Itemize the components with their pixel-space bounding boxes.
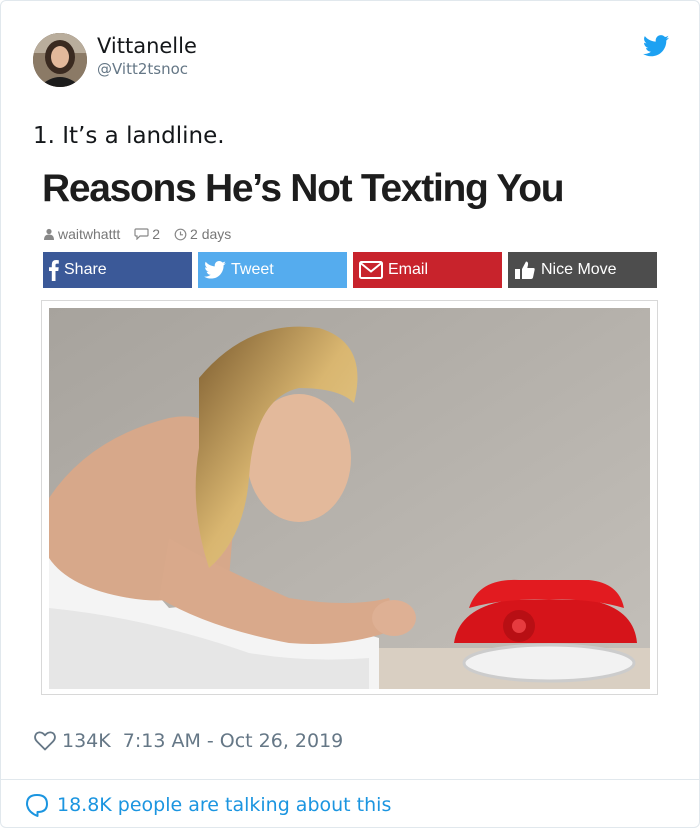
email-share-label: Email xyxy=(388,261,429,278)
nice-move-label: Nice Move xyxy=(541,261,617,278)
article-age: 2 days xyxy=(174,226,231,242)
comment-icon xyxy=(134,228,149,240)
article-comment-count: 2 xyxy=(152,226,161,242)
article-age-text: 2 days xyxy=(190,226,232,242)
like-count[interactable]: 134K xyxy=(62,730,111,752)
envelope-icon xyxy=(359,261,383,279)
clock-icon xyxy=(174,228,187,240)
tweet-timestamp[interactable]: 7:13 AM - Oct 26, 2019 xyxy=(123,730,344,752)
facebook-share-button[interactable]: Share xyxy=(43,252,192,288)
article-meta: waitwhattt 2 2 days xyxy=(43,225,245,243)
tweet-share-button[interactable]: Tweet xyxy=(198,252,347,288)
email-share-button[interactable]: Email xyxy=(353,252,502,288)
tweet-share-label: Tweet xyxy=(231,261,274,278)
conversation-text: 18.8K people are talking about this xyxy=(57,794,392,816)
facebook-share-label: Share xyxy=(64,261,107,278)
avatar[interactable] xyxy=(33,33,87,87)
tweet-text: 1. It’s a landline. xyxy=(33,123,225,149)
twitter-bird-icon[interactable] xyxy=(643,35,669,57)
article-author-name: waitwhattt xyxy=(58,226,121,242)
article-photo-frame xyxy=(41,300,658,695)
user-handle[interactable]: @Vitt2tsnoc xyxy=(97,60,188,78)
share-buttons: Share Tweet Email Nice Move xyxy=(43,252,657,288)
heart-icon[interactable] xyxy=(34,731,56,751)
tweet-meta: 134K 7:13 AM - Oct 26, 2019 xyxy=(34,730,343,752)
tweet-media-image[interactable]: Reasons He’s Not Texting You waitwhattt … xyxy=(34,157,666,713)
article-author: waitwhattt xyxy=(43,226,120,242)
tweet-card: Vittanelle @Vitt2tsnoc 1. It’s a landlin… xyxy=(0,0,700,828)
article-comments: 2 xyxy=(134,226,160,242)
article-title: Reasons He’s Not Texting You xyxy=(42,167,565,210)
article-photo xyxy=(49,308,650,689)
conversation-link[interactable]: 18.8K people are talking about this xyxy=(25,792,391,818)
thumbs-up-icon xyxy=(515,261,535,279)
twitter-bird-icon xyxy=(204,261,226,279)
divider xyxy=(1,779,699,780)
speech-bubble-icon xyxy=(26,794,48,817)
facebook-icon xyxy=(49,260,59,281)
display-name[interactable]: Vittanelle xyxy=(97,34,197,58)
nice-move-button[interactable]: Nice Move xyxy=(508,252,657,288)
user-icon xyxy=(44,228,54,240)
